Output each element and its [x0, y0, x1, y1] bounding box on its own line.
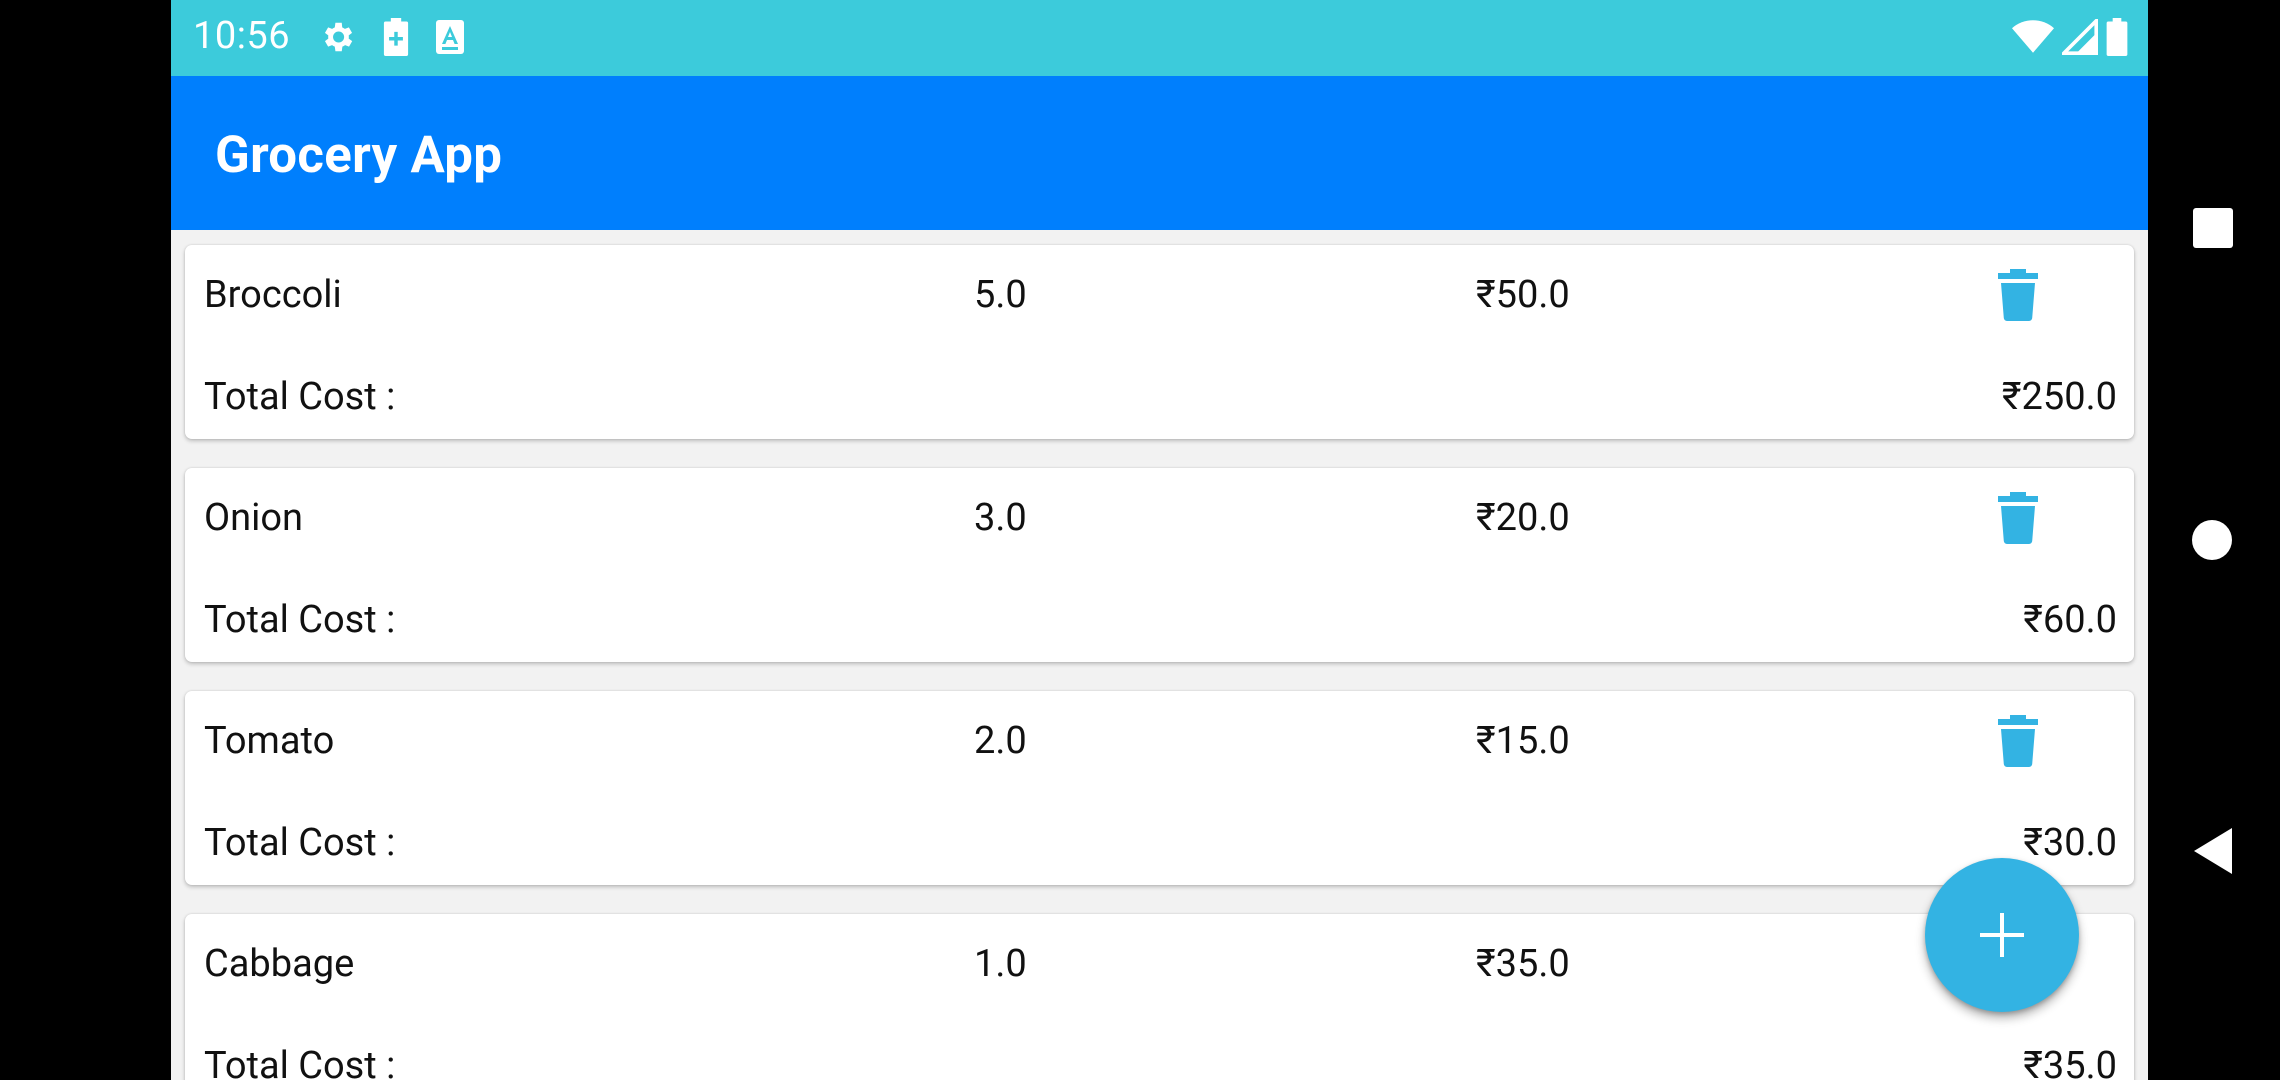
trash-icon[interactable] [1998, 492, 2038, 544]
total-cost-label: Total Cost : [204, 821, 396, 865]
item-quantity: 2.0 [974, 719, 1027, 763]
back-triangle-icon[interactable] [2194, 828, 2234, 874]
item-name: Tomato [204, 719, 335, 763]
total-cost-value: ₹30.0 [2023, 821, 2117, 865]
item-quantity: 3.0 [974, 496, 1027, 540]
device-frame: 10:56 Grocery App Broccoli 5.0 ₹50.0 Tot… [0, 0, 2280, 1080]
recents-square-icon[interactable] [2193, 208, 2233, 248]
status-bar: 10:56 [171, 0, 2148, 76]
grocery-list: Broccoli 5.0 ₹50.0 Total Cost : ₹250.0 O… [171, 230, 2148, 1080]
list-item-card[interactable]: Onion 3.0 ₹20.0 Total Cost : ₹60.0 [185, 468, 2134, 662]
list-item-card[interactable]: Tomato 2.0 ₹15.0 Total Cost : ₹30.0 [185, 691, 2134, 885]
total-cost-value: ₹60.0 [2023, 598, 2117, 642]
total-cost-label: Total Cost : [204, 1044, 396, 1080]
total-cost-label: Total Cost : [204, 598, 396, 642]
item-name: Cabbage [204, 942, 355, 986]
battery-saver-icon [383, 18, 409, 56]
trash-icon[interactable] [1998, 269, 2038, 321]
total-cost-value: ₹250.0 [2001, 375, 2117, 419]
status-time: 10:56 [193, 14, 291, 58]
add-item-button[interactable] [1925, 858, 2079, 1012]
status-icons-right [2012, 18, 2128, 56]
list-item-card[interactable]: Broccoli 5.0 ₹50.0 Total Cost : ₹250.0 [185, 245, 2134, 439]
item-quantity: 1.0 [974, 942, 1027, 986]
navigation-bar [2148, 0, 2280, 1080]
app-bar: Grocery App [171, 76, 2148, 230]
wifi-icon [2012, 20, 2054, 53]
item-quantity: 5.0 [974, 273, 1027, 317]
total-cost-value: ₹35.0 [2023, 1044, 2117, 1080]
font-a-icon [436, 20, 464, 54]
status-icons-left [318, 18, 464, 56]
item-price: ₹50.0 [1476, 273, 1570, 317]
signal-icon [2062, 19, 2098, 55]
plus-icon [1980, 913, 2024, 957]
item-price: ₹15.0 [1476, 719, 1570, 763]
item-price: ₹20.0 [1476, 496, 1570, 540]
item-price: ₹35.0 [1476, 942, 1570, 986]
trash-icon[interactable] [1998, 715, 2038, 767]
item-name: Onion [204, 496, 304, 540]
battery-icon [2106, 18, 2128, 56]
app-title: Grocery App [215, 126, 503, 185]
total-cost-label: Total Cost : [204, 375, 396, 419]
gear-icon [324, 22, 353, 52]
home-circle-icon[interactable] [2191, 519, 2233, 561]
screen: 10:56 Grocery App Broccoli 5.0 ₹50.0 Tot… [171, 0, 2148, 1080]
list-item-card[interactable]: Cabbage 1.0 ₹35.0 Total Cost : ₹35.0 [185, 914, 2134, 1080]
item-name: Broccoli [204, 273, 342, 317]
